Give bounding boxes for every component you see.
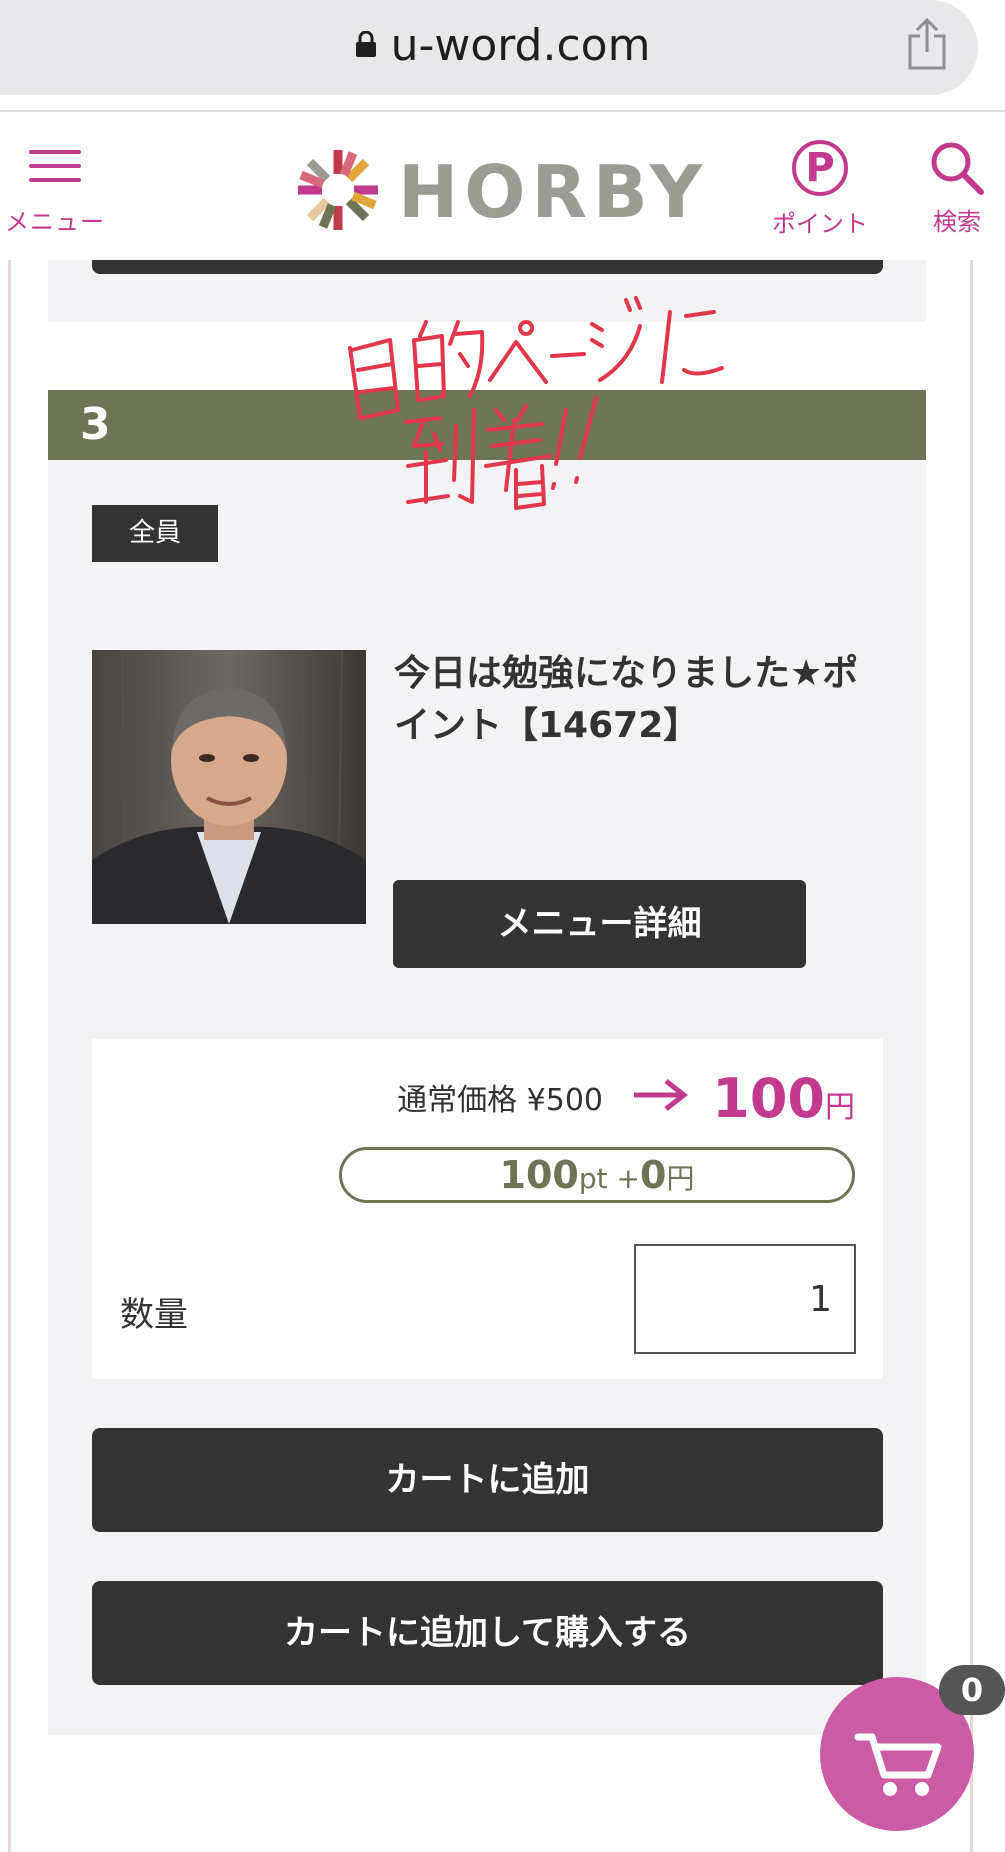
quantity-input[interactable] [634, 1244, 856, 1354]
content-border-right [970, 260, 973, 1852]
audience-badge: 全員 [92, 505, 218, 562]
points-amount: 100 [499, 1153, 579, 1197]
points-cash: 0 [639, 1153, 667, 1197]
item-number: 3 [80, 399, 111, 450]
lock-icon [355, 31, 376, 57]
url-display[interactable]: u-word.com [0, 18, 1005, 74]
point-icon: P [792, 140, 848, 196]
search-button[interactable]: 検索 [922, 140, 992, 237]
price-panel: 通常価格 ¥500 100円 100pt +0円 数量 [92, 1039, 883, 1379]
sale-price-currency: 円 [825, 1090, 855, 1125]
item-photo [92, 650, 366, 924]
add-to-cart-button[interactable]: カートに追加 [92, 1428, 883, 1532]
logo-mark-icon [298, 150, 378, 230]
menu-detail-button[interactable]: メニュー詳細 [393, 880, 806, 968]
logo-text: HORBY [398, 150, 708, 234]
sale-price: 100円 [712, 1067, 855, 1144]
url-text: u-word.com [390, 20, 651, 71]
search-label: 検索 [933, 208, 981, 236]
share-icon[interactable] [904, 16, 950, 72]
content-border-left [8, 260, 11, 1852]
hamburger-icon [29, 150, 81, 184]
quantity-label: 数量 [120, 1295, 188, 1335]
points-unit: pt + [578, 1162, 640, 1195]
handwritten-annotation [348, 296, 724, 510]
menu-button[interactable]: メニュー [0, 150, 110, 237]
search-icon [931, 142, 984, 195]
menu-item-card: 3 全員 今日は勉強になりました★ポイント【14672】 メニュー詳細 通常価格… [48, 390, 926, 1735]
item-title: 今日は勉強になりました★ポイント【14672】 [394, 653, 859, 746]
points-currency: 円 [666, 1162, 695, 1195]
sale-price-value: 100 [712, 1067, 825, 1130]
add-and-buy-button[interactable]: カートに追加して購入する [92, 1581, 883, 1685]
cart-count-badge: 0 [939, 1665, 1005, 1715]
normal-price: 通常価格 ¥500 [397, 1083, 603, 1118]
arrow-right-icon [634, 1079, 688, 1111]
person-photo-icon [92, 650, 366, 924]
site-logo[interactable]: HORBY [290, 142, 702, 238]
page: u-word.com メニュー HORBY P ポイント 検索 3 全員 今日は… [0, 0, 1005, 1852]
point-button[interactable]: P ポイント [770, 140, 870, 239]
menu-label: メニュー [5, 208, 105, 236]
site-header: メニュー HORBY P ポイント 検索 [0, 112, 1005, 260]
points-price-pill: 100pt +0円 [339, 1147, 855, 1203]
point-label: ポイント [772, 210, 868, 238]
